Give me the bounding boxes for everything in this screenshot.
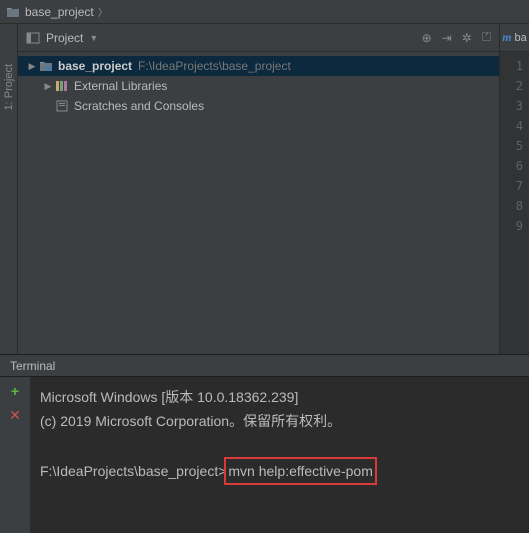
terminal-header[interactable]: Terminal (0, 355, 529, 377)
chevron-right-icon: 〉 (98, 4, 108, 19)
terminal-line: Microsoft Windows [版本 10.0.18362.239] (40, 385, 519, 409)
tree-external-libs-label: External Libraries (74, 79, 167, 93)
libraries-icon (54, 80, 70, 92)
terminal-toolbar: + ✕ (0, 377, 30, 533)
collapse-icon[interactable]: ⇥ (442, 31, 452, 45)
line-number: 8 (500, 196, 523, 216)
editor-area: m ba 1 2 3 4 5 6 7 8 9 (499, 24, 529, 354)
rail-project-tab[interactable]: 1: Project (3, 64, 15, 110)
gear-icon[interactable]: ✲ (462, 31, 472, 45)
line-number: 1 (500, 56, 523, 76)
project-tool-window: Project ▼ ⊕ ⇥ ✲ ⏍ ▶ base_project F:\Idea… (18, 24, 499, 354)
project-panel-title[interactable]: Project (46, 31, 83, 45)
editor-tab-label: ba (515, 32, 527, 44)
tree-external-libs[interactable]: ▶ External Libraries (18, 76, 499, 96)
terminal-prompt: F:\IdeaProjects\base_project> (40, 463, 226, 479)
expand-arrow-icon[interactable]: ▶ (42, 81, 54, 92)
breadcrumb-project[interactable]: base_project (25, 5, 94, 19)
new-session-button[interactable]: + (11, 383, 19, 399)
close-session-button[interactable]: ✕ (9, 407, 21, 424)
tree-scratches-label: Scratches and Consoles (74, 99, 204, 113)
breadcrumb: base_project 〉 (0, 0, 529, 24)
target-icon[interactable]: ⊕ (422, 31, 432, 45)
main-area: 1: Project Project ▼ ⊕ ⇥ ✲ ⏍ ▶ (0, 24, 529, 354)
line-number: 9 (500, 216, 523, 236)
project-view-icon (26, 31, 40, 45)
editor-tab[interactable]: m ba (500, 24, 529, 52)
line-number: 6 (500, 156, 523, 176)
left-tool-rail: 1: Project (0, 24, 18, 354)
terminal-prompt-line: F:\IdeaProjects\base_project>mvn help:ef… (40, 457, 519, 485)
line-number: 5 (500, 136, 523, 156)
expand-arrow-icon[interactable]: ▶ (26, 61, 38, 72)
highlighted-command: mvn help:effective-pom (224, 457, 376, 485)
module-folder-icon (38, 60, 54, 72)
terminal-title: Terminal (10, 359, 55, 373)
line-number: 3 (500, 96, 523, 116)
line-number: 4 (500, 116, 523, 136)
tree-root-name: base_project (58, 59, 132, 73)
tree-root-row[interactable]: ▶ base_project F:\IdeaProjects\base_proj… (18, 56, 499, 76)
line-number: 7 (500, 176, 523, 196)
tree-root-path: F:\IdeaProjects\base_project (138, 59, 291, 73)
hide-icon[interactable]: ⏍ (482, 30, 491, 45)
tree-scratches[interactable]: Scratches and Consoles (18, 96, 499, 116)
terminal-line: (c) 2019 Microsoft Corporation。保留所有权利。 (40, 409, 519, 433)
dropdown-arrow-icon[interactable]: ▼ (89, 33, 98, 43)
project-tree: ▶ base_project F:\IdeaProjects\base_proj… (18, 52, 499, 120)
editor-gutter: 1 2 3 4 5 6 7 8 9 (500, 52, 529, 354)
maven-file-icon: m (502, 30, 511, 45)
project-panel-header: Project ▼ ⊕ ⇥ ✲ ⏍ (18, 24, 499, 52)
terminal-output[interactable]: Microsoft Windows [版本 10.0.18362.239] (c… (30, 377, 529, 533)
line-number: 2 (500, 76, 523, 96)
folder-icon (6, 6, 20, 18)
scratches-icon (54, 100, 70, 112)
terminal-tool-window: Terminal + ✕ Microsoft Windows [版本 10.0.… (0, 354, 529, 533)
